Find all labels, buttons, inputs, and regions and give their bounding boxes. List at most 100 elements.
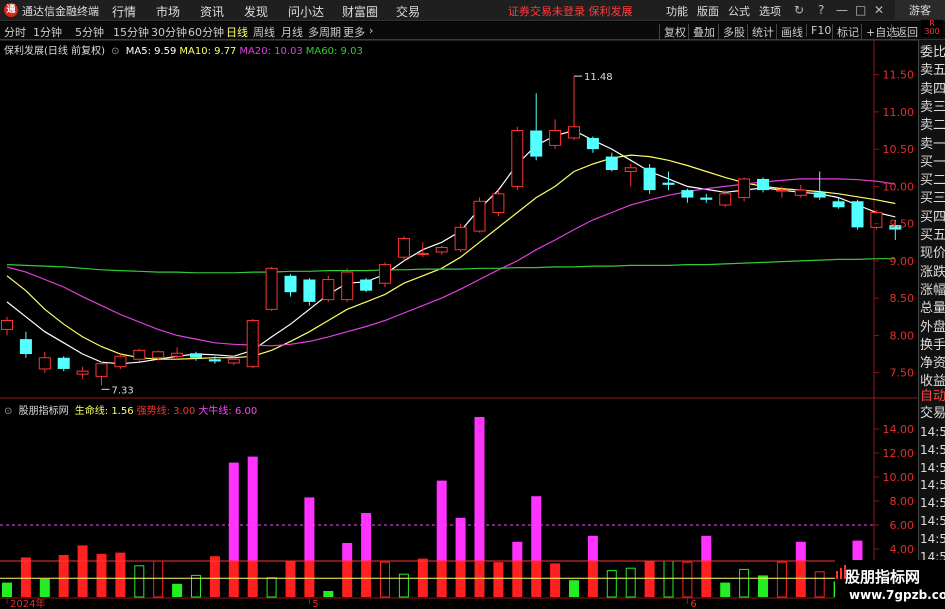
side-time-3[interactable]: 14:56	[920, 476, 945, 494]
side-time-4[interactable]: 14:56	[920, 494, 945, 512]
settings-circle-icon[interactable]: ⊙	[111, 46, 119, 57]
ind-bar-29	[550, 563, 561, 597]
r-badge: R 300	[921, 20, 943, 37]
candle-body-21	[397, 238, 410, 258]
kline-chart[interactable]: 11.48 7.33 11.50 11.00 10.50 10.00 9.50 9.00 8.…	[0, 0, 918, 609]
candle-17	[322, 275, 335, 302]
candle-body-44	[832, 201, 845, 208]
high-price-label: 11.48	[584, 72, 613, 83]
candle-14	[265, 266, 278, 311]
candle-body-35	[662, 182, 675, 185]
price-tick-label-2: 10.50	[883, 143, 915, 156]
side-item-14[interactable]: 总量	[920, 299, 945, 318]
side-item-3[interactable]: 卖三	[920, 98, 945, 117]
candle-25	[473, 197, 486, 233]
ind-bar-top-28	[531, 496, 542, 561]
ind-bar-13	[247, 561, 258, 597]
indicator-settings-icon[interactable]: ⊙	[4, 406, 12, 417]
candle-body-31	[586, 137, 599, 150]
side-item-2[interactable]: 卖四	[920, 80, 945, 99]
candle-body-7	[133, 349, 146, 360]
side-time-2[interactable]: 14:56	[920, 459, 945, 477]
site-watermark: 股朋指标网 www.7gpzb.com	[835, 560, 945, 609]
candle-body-34	[643, 167, 656, 191]
ind-bar-top-18	[342, 543, 353, 561]
ind-bar-top-37	[701, 535, 712, 561]
ind-bar-28	[531, 561, 542, 597]
candle-body-27	[511, 130, 524, 187]
ind-tick-label-1: 12.00	[883, 447, 915, 460]
side-item-0[interactable]: 委比	[920, 43, 945, 62]
candle-body-12	[227, 358, 240, 364]
ind-bar-9	[172, 583, 183, 597]
side-item-12[interactable]: 涨跌	[920, 263, 945, 282]
candle-body-29	[549, 130, 562, 146]
candle-24	[454, 223, 467, 252]
indicator-label-0: 生命线: 1.56	[74, 406, 134, 417]
candle-body-19	[360, 279, 373, 291]
side-item-4[interactable]: 卖二	[920, 116, 945, 135]
side-item-5[interactable]: 卖一	[920, 135, 945, 154]
candle-body-20	[379, 264, 391, 284]
candle-body-46	[870, 211, 883, 228]
side-item-1[interactable]: 卖五	[920, 61, 945, 80]
side-time-1[interactable]: 14:56	[920, 441, 945, 459]
candle-body-28	[530, 130, 543, 157]
ma-label-1: MA10: 9.77	[179, 46, 237, 57]
ind-bar-42	[795, 561, 806, 597]
price-tick-label-0: 11.50	[883, 69, 915, 82]
ind-bar-34	[644, 561, 655, 597]
side-item-9[interactable]: 买四	[920, 208, 945, 227]
watermark-url: www.7gpzb.com	[849, 588, 945, 602]
ind-bar-top-16	[304, 497, 315, 561]
indicator-label-1: 强势线: 3.00	[136, 406, 196, 417]
side-time-0[interactable]: 14:56	[920, 423, 945, 441]
side-item-6[interactable]: 买一	[920, 153, 945, 172]
side-item-11[interactable]: 现价	[920, 244, 945, 263]
ind-tick-label-5: 4.00	[890, 543, 915, 556]
ind-bar-2	[39, 579, 50, 597]
candle-body-10	[190, 353, 202, 358]
ind-bar-top-25	[474, 417, 485, 561]
side-trade[interactable]: 交易	[920, 404, 945, 423]
candle-body-45	[851, 201, 864, 228]
candle-6	[114, 354, 127, 369]
ind-bar-5	[96, 553, 107, 597]
side-item-13[interactable]: 涨幅	[920, 281, 945, 300]
stock-title: 保利发展(日线 前复权)	[4, 46, 105, 57]
ind-bar-1	[20, 557, 31, 597]
ind-bar-30	[569, 580, 579, 597]
candle-body-36	[681, 190, 694, 198]
ma-label-3: MA60: 9.03	[305, 46, 363, 57]
side-item-17[interactable]: 净资	[920, 354, 945, 373]
candle-body-8	[152, 351, 165, 359]
candle-body-6	[114, 355, 127, 368]
candle-body-33	[624, 167, 637, 172]
side-item-16[interactable]: 换手	[920, 336, 945, 355]
side-time-6[interactable]: 14:56	[920, 530, 945, 548]
ind-tick-label-3: 8.00	[890, 495, 915, 508]
side-item-7[interactable]: 买二	[920, 171, 945, 190]
side-item-8[interactable]: 买三	[920, 189, 945, 208]
candle-body-32	[605, 156, 618, 170]
ind-tick-label-4: 6.00	[890, 519, 915, 532]
ind-bar-31	[587, 561, 598, 597]
ind-bar-top-13	[247, 456, 258, 561]
ind-bar-top-45	[852, 540, 863, 561]
ind-bar-4	[77, 545, 88, 597]
side-item-15[interactable]: 外盘	[920, 318, 945, 337]
watermark-title: 股朋指标网	[845, 568, 921, 586]
candle-body-24	[454, 226, 467, 251]
candle-body-2	[38, 357, 51, 370]
candle-body-41	[775, 189, 788, 192]
candle-body-9	[171, 352, 184, 357]
candle-body-22	[416, 252, 429, 255]
indicator-labels: 生命线: 1.56 强势线: 3.00 大牛线: 6.00	[75, 406, 260, 417]
ind-bar-top-19	[361, 513, 372, 561]
date-tick-label-1: 5	[312, 599, 318, 609]
side-item-10[interactable]: 买五	[920, 226, 945, 245]
candle-7	[133, 348, 146, 362]
ind-tick-label-0: 14.00	[883, 423, 915, 436]
side-time-5[interactable]: 14:56	[920, 512, 945, 530]
indicator-name: 股朋指标网	[18, 406, 69, 417]
